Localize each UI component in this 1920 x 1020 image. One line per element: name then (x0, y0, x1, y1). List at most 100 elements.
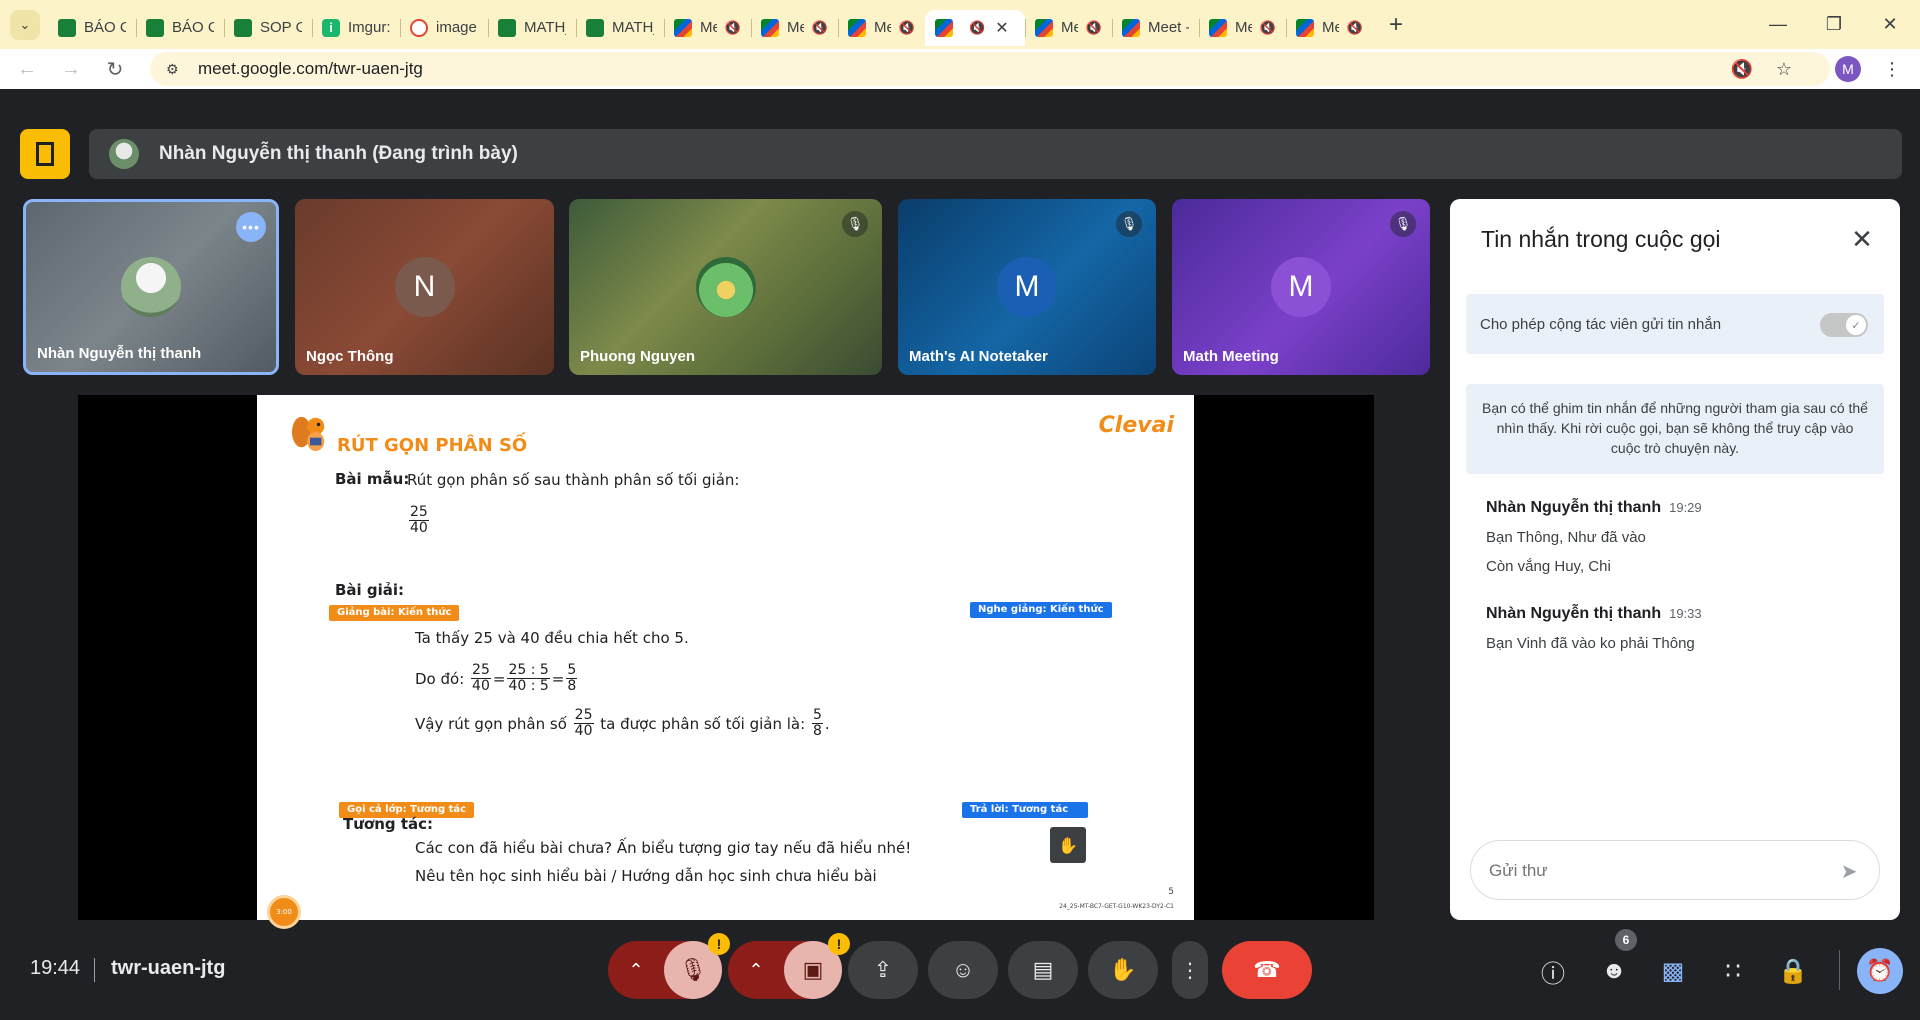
clevai-logo: Clevai (1098, 413, 1174, 438)
close-icon[interactable]: ✕ (1846, 223, 1878, 255)
browser-menu-icon[interactable]: ⋮ (1877, 54, 1907, 84)
chat-info-notice: Bạn có thể ghim tin nhắn để những người … (1466, 384, 1884, 474)
mic-off-icon: 🎙 (1390, 211, 1416, 237)
browser-tab[interactable]: SOP Or (224, 10, 312, 46)
slide-code: 24_25-MT-BC7-GET-G10-WK23-DY2-C1 (1059, 903, 1174, 910)
tab-title: Me (787, 19, 804, 36)
avatar (121, 257, 181, 317)
tab-muted-icon[interactable]: 🔇 (1727, 54, 1757, 84)
browser-tab[interactable]: MATH_ (488, 10, 576, 46)
browser-tab[interactable]: Me 🔇 (838, 10, 925, 46)
participant-tile[interactable]: M 🎙 Math Meeting (1172, 199, 1430, 375)
new-tab-button[interactable]: + (1381, 10, 1411, 40)
more-options-icon[interactable]: ••• (236, 212, 266, 242)
minimize-icon[interactable]: — (1750, 0, 1806, 49)
camera-control-group: ⌃ ▣! (728, 933, 850, 999)
restore-icon[interactable]: ❐ (1806, 0, 1862, 49)
timer-activity-icon[interactable]: ⏰ (1857, 948, 1903, 994)
presenter-avatar (109, 139, 139, 169)
avatar: M (997, 257, 1057, 317)
meet-icon (761, 18, 779, 37)
meet-icon (674, 18, 692, 37)
browser-tab[interactable]: Meet - (1112, 10, 1199, 46)
presenter-bar[interactable]: Nhàn Nguyễn thị thanh (Đang trình bày) (89, 129, 1902, 179)
leave-call-button[interactable]: ☎ (1222, 941, 1312, 999)
bookmark-star-icon[interactable]: ☆ (1769, 54, 1799, 84)
audio-settings-chevron-icon[interactable]: ⌃ (608, 960, 664, 981)
browser-tab[interactable]: BÁO C/ (48, 10, 136, 46)
browser-tab[interactable]: Me 🔇 (1286, 10, 1373, 46)
tab-muted-icon[interactable]: 🔇 (1086, 20, 1102, 36)
slide-title: RÚT GỌN PHÂN SỐ (337, 435, 528, 456)
present-screen-button[interactable]: ⇪ (848, 941, 918, 999)
meeting-clock: 19:44 (30, 957, 81, 979)
question-1: Các con đã hiểu bài chưa? Ấn biểu tượng … (415, 839, 912, 857)
emoji-reaction-button[interactable]: ☺ (928, 941, 998, 999)
browser-tab[interactable]: Me 🔇 (1025, 10, 1112, 46)
browser-tab[interactable]: Me 🔇 (664, 10, 751, 46)
tab-muted-icon[interactable]: 🔇 (969, 20, 985, 36)
chat-icon[interactable]: ▩ (1655, 953, 1691, 989)
tab-muted-icon[interactable]: 🔇 (1260, 20, 1276, 36)
browser-tab[interactable]: BÁO C/ (136, 10, 224, 46)
browser-tab[interactable]: i Imgur: (312, 10, 400, 46)
divider (94, 958, 95, 982)
close-window-icon[interactable]: ✕ (1862, 0, 1918, 49)
message-compose-box: ➤ (1470, 840, 1880, 900)
reload-icon[interactable]: ↻ (100, 54, 130, 84)
tab-close-icon[interactable]: ✕ (995, 18, 1008, 38)
tab-title: Me (1061, 19, 1078, 36)
people-count-badge: 6 (1615, 929, 1637, 951)
tab-muted-icon[interactable]: 🔇 (725, 20, 741, 36)
meet-icon (1035, 18, 1053, 37)
sheets-icon (234, 18, 252, 37)
activities-grid-icon[interactable]: ∷ (1715, 953, 1751, 989)
participant-name: Math Meeting (1183, 348, 1279, 365)
raise-hand-button[interactable]: ✋ (1088, 941, 1158, 999)
participant-tile[interactable]: N Ngọc Thông (295, 199, 554, 375)
more-options-button[interactable]: ⋮ (1172, 941, 1208, 999)
avatar: M (1271, 257, 1331, 317)
tab-muted-icon[interactable]: 🔇 (1347, 20, 1363, 36)
presentation-door-icon[interactable] (20, 129, 70, 179)
meeting-details-icon[interactable]: ⓘ (1535, 953, 1571, 989)
check-icon: ✓ (1846, 315, 1866, 335)
url-text[interactable]: meet.google.com/twr-uaen-jtg (198, 59, 423, 79)
allow-messages-toggle[interactable]: ✓ (1820, 313, 1868, 337)
message-author: Nhàn Nguyễn thị thanh (1486, 499, 1662, 516)
tab-muted-icon[interactable]: 🔇 (812, 20, 828, 36)
participant-tile[interactable]: 🎙 Phuong Nguyen (569, 199, 882, 375)
send-icon[interactable]: ➤ (1835, 857, 1863, 885)
tab-title: Me (1235, 19, 1252, 36)
message-input[interactable] (1489, 859, 1809, 883)
site-info-icon[interactable]: ⚙ (166, 61, 186, 78)
profile-avatar[interactable]: M (1833, 54, 1863, 84)
browser-tab[interactable]: MATH_ (576, 10, 664, 46)
camera-off-button[interactable]: ▣! (784, 933, 850, 999)
mic-off-icon: 🎙 (1116, 211, 1142, 237)
sheets-icon (498, 18, 516, 37)
people-icon[interactable]: ☻ (1596, 953, 1632, 989)
mic-off-button[interactable]: 🎙! (664, 933, 730, 999)
tab-title: Meet - (1148, 19, 1189, 36)
tab-title: Me (874, 19, 891, 36)
address-bar[interactable]: ⚙ meet.google.com/twr-uaen-jtg (150, 52, 1830, 86)
slide-page-number: 5 (1168, 887, 1174, 897)
host-controls-lock-icon[interactable]: 🔒 (1775, 953, 1811, 989)
tab-active[interactable]: 🔇 ✕ (925, 9, 1025, 46)
participant-tile[interactable]: M 🎙 Math's AI Notetaker (898, 199, 1156, 375)
meet-icon (848, 18, 866, 37)
back-icon[interactable]: ← (12, 54, 42, 84)
participant-tile-self[interactable]: ••• Nhàn Nguyễn thị thanh (23, 199, 279, 375)
forward-icon[interactable]: → (56, 54, 86, 84)
sheets-icon (58, 18, 76, 37)
tab-title: Me (1322, 19, 1339, 36)
browser-tab[interactable]: Me 🔇 (751, 10, 838, 46)
tab-muted-icon[interactable]: 🔇 (899, 20, 915, 36)
captions-button[interactable]: ▤ (1008, 941, 1078, 999)
message-line: Còn vắng Huy, Chi (1486, 558, 1611, 575)
browser-tab[interactable]: image (400, 10, 488, 46)
browser-tab[interactable]: Me 🔇 (1199, 10, 1286, 46)
video-settings-chevron-icon[interactable]: ⌃ (728, 960, 784, 981)
tab-search-chevron-icon[interactable]: ⌄ (10, 9, 40, 40)
